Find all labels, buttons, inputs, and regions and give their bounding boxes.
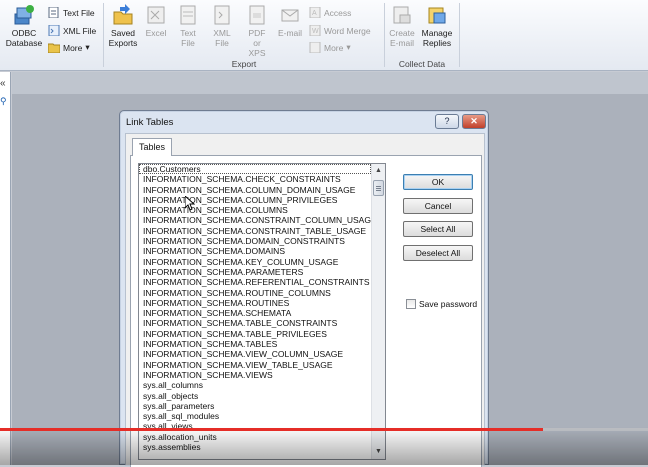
pdf-icon — [249, 5, 265, 25]
video-progress-bar[interactable] — [0, 428, 544, 431]
export-word-merge-button[interactable]: W Word Merge — [309, 25, 371, 36]
list-item[interactable]: INFORMATION_SCHEMA.PARAMETERS — [139, 267, 371, 277]
list-item[interactable]: INFORMATION_SCHEMA.ROUTINE_COLUMNS — [139, 288, 371, 298]
xml-file-icon — [48, 25, 60, 36]
checkbox-box[interactable] — [406, 299, 416, 309]
word-merge-icon: W — [309, 25, 321, 36]
saved-exports-button[interactable]: Saved Exports — [106, 4, 140, 48]
import-more-button[interactable]: More ▾ — [48, 42, 90, 53]
grip-line — [376, 186, 381, 187]
more-export-icon — [309, 42, 321, 53]
help-button[interactable]: ? — [435, 114, 459, 129]
excel-icon — [147, 6, 165, 24]
vertical-scrollbar[interactable]: ▲ ▼ — [371, 164, 385, 459]
text-file-icon — [180, 5, 196, 25]
export-access-button[interactable]: A Access — [309, 7, 351, 18]
svg-text:A: A — [312, 10, 317, 17]
grip-line — [376, 188, 381, 189]
odbc-database-icon — [14, 5, 34, 25]
chevron-down-icon: ▾ — [346, 42, 351, 52]
export-text-file-button[interactable]: Text File — [173, 4, 203, 48]
list-item[interactable]: INFORMATION_SCHEMA.VIEWS — [139, 370, 371, 380]
scrollbar-thumb[interactable] — [373, 180, 384, 196]
saved-exports-icon — [113, 4, 133, 25]
list-item[interactable]: sys.all_columns — [139, 380, 371, 390]
manage-replies-button[interactable]: Manage Replies — [419, 4, 455, 48]
export-more-button[interactable]: More ▾ — [309, 42, 351, 53]
list-item[interactable]: INFORMATION_SCHEMA.COLUMNS — [139, 205, 371, 215]
list-item[interactable]: INFORMATION_SCHEMA.CONSTRAINT_TABLE_USAG… — [139, 226, 371, 236]
tables-listbox[interactable]: dbo.Customers INFORMATION_SCHEMA.CHECK_CO… — [138, 163, 386, 460]
export-xml-file-button[interactable]: XML File — [207, 4, 237, 48]
export-group-label: Export — [231, 59, 257, 69]
select-all-button[interactable]: Select All — [403, 221, 473, 237]
collect-data-group-label: Collect Data — [398, 59, 446, 69]
list-item[interactable]: INFORMATION_SCHEMA.CHECK_CONSTRAINTS — [139, 174, 371, 184]
list-item[interactable]: INFORMATION_SCHEMA.ROUTINES — [139, 298, 371, 308]
import-xml-file-button[interactable]: XML File — [48, 25, 96, 36]
odbc-database-button[interactable]: ODBC Database — [3, 4, 45, 48]
dialog-title: Link Tables — [126, 117, 174, 128]
list-item[interactable]: INFORMATION_SCHEMA.DOMAIN_CONSTRAINTS — [139, 236, 371, 246]
list-item[interactable]: INFORMATION_SCHEMA.SCHEMATA — [139, 308, 371, 318]
deselect-all-button[interactable]: Deselect All — [403, 245, 473, 261]
tab-tables[interactable]: Tables — [132, 138, 172, 156]
save-password-label: Save password — [419, 299, 478, 309]
create-email-button[interactable]: Create E-mail — [387, 4, 417, 48]
search-icon[interactable]: ⚲ — [0, 96, 7, 107]
collapse-chevron-icon[interactable]: « — [0, 78, 6, 89]
navigation-pane: « ⚲ — [0, 72, 11, 465]
svg-text:W: W — [312, 28, 319, 35]
ribbon: ODBC Database Text File XML File More ▾ S… — [0, 0, 648, 71]
import-text-file-button[interactable]: Text File — [48, 7, 95, 18]
document-tab-bar — [12, 72, 648, 94]
ribbon-separator — [103, 3, 104, 67]
ribbon-separator — [384, 3, 385, 67]
list-item[interactable]: sys.all_parameters — [139, 401, 371, 411]
access-icon: A — [309, 7, 321, 18]
list-item[interactable]: INFORMATION_SCHEMA.TABLE_PRIVILEGES — [139, 329, 371, 339]
video-controls-overlay — [0, 427, 648, 465]
mouse-cursor-icon — [185, 196, 195, 211]
ribbon-separator — [459, 3, 460, 67]
list-item[interactable]: INFORMATION_SCHEMA.COLUMN_DOMAIN_USAGE — [139, 185, 371, 195]
save-password-checkbox[interactable]: Save password — [406, 299, 477, 309]
list-item[interactable]: INFORMATION_SCHEMA.KEY_COLUMN_USAGE — [139, 257, 371, 267]
export-pdf-xps-button[interactable]: PDF or XPS — [240, 4, 274, 58]
create-email-icon — [393, 6, 411, 24]
list-item[interactable]: INFORMATION_SCHEMA.REFERENTIAL_CONSTRAIN… — [139, 277, 371, 287]
manage-replies-icon — [428, 7, 446, 24]
ok-button[interactable]: OK — [403, 174, 473, 190]
table-list: dbo.Customers INFORMATION_SCHEMA.CHECK_CO… — [139, 164, 371, 452]
list-item[interactable]: dbo.Customers — [139, 164, 371, 175]
export-excel-button[interactable]: Excel — [142, 4, 170, 38]
email-icon — [281, 9, 299, 22]
chevron-down-icon: ▾ — [85, 42, 90, 52]
export-email-button[interactable]: E-mail — [276, 4, 304, 38]
close-button[interactable]: ✕ — [462, 114, 486, 129]
grip-line — [376, 190, 381, 191]
list-item[interactable]: INFORMATION_SCHEMA.VIEW_COLUMN_USAGE — [139, 349, 371, 359]
text-file-icon — [48, 7, 59, 18]
xml-file-icon — [214, 5, 230, 25]
list-item[interactable]: INFORMATION_SCHEMA.TABLES — [139, 339, 371, 349]
link-tables-dialog: Link Tables ? ✕ Tables dbo.Customers INFO… — [119, 110, 489, 467]
list-item[interactable]: INFORMATION_SCHEMA.TABLE_CONSTRAINTS — [139, 318, 371, 328]
scroll-up-arrow-icon[interactable]: ▲ — [372, 164, 385, 178]
list-item[interactable]: INFORMATION_SCHEMA.CONSTRAINT_COLUMN_USA… — [139, 215, 371, 225]
dialog-panel: Tables dbo.Customers INFORMATION_SCHEMA.C… — [125, 133, 485, 467]
list-item[interactable]: INFORMATION_SCHEMA.VIEW_TABLE_USAGE — [139, 360, 371, 370]
folder-icon — [48, 43, 60, 53]
cancel-button[interactable]: Cancel — [403, 198, 473, 214]
list-item[interactable]: sys.all_sql_modules — [139, 411, 371, 421]
list-item[interactable]: INFORMATION_SCHEMA.COLUMN_PRIVILEGES — [139, 195, 371, 205]
list-item[interactable]: sys.all_objects — [139, 391, 371, 401]
list-item[interactable]: INFORMATION_SCHEMA.DOMAINS — [139, 246, 371, 256]
